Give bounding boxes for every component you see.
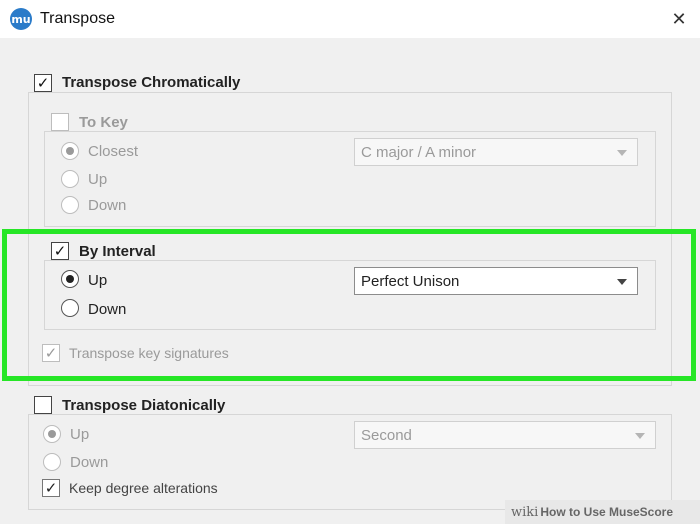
key-select-value: C major / A minor xyxy=(361,143,477,161)
diatonic-up-label: Up xyxy=(70,426,90,443)
to-key-checkbox[interactable] xyxy=(51,113,69,131)
close-button[interactable]: ✕ xyxy=(666,6,692,32)
degree-select-value: Second xyxy=(361,426,412,444)
watermark-prefix: wiki xyxy=(511,504,539,520)
to-key-label: To Key xyxy=(79,114,128,131)
chromatic-checkbox[interactable]: ✓ xyxy=(34,74,52,92)
to-key-down-label: Down xyxy=(88,197,127,214)
title-bar: mu Transpose ✕ xyxy=(0,0,700,38)
musescore-logo-icon: mu xyxy=(10,8,32,30)
keep-alterations-label: Keep degree alterations xyxy=(69,480,218,496)
chromatic-label: Transpose Chromatically xyxy=(62,74,241,91)
keep-alterations-checkbox[interactable]: ✓ xyxy=(42,479,60,497)
diatonic-down-label: Down xyxy=(70,454,109,471)
window-title: Transpose xyxy=(40,10,115,27)
wikihow-watermark: wiki How to Use MuseScore xyxy=(505,500,700,524)
to-key-down-radio[interactable] xyxy=(61,196,79,214)
watermark-text: How to Use MuseScore xyxy=(540,505,674,519)
close-icon: ✕ xyxy=(671,8,687,30)
diatonic-up-radio[interactable] xyxy=(43,425,61,443)
highlight-box xyxy=(2,229,696,381)
degree-select[interactable]: Second xyxy=(354,421,656,449)
diatonic-down-radio[interactable] xyxy=(43,453,61,471)
to-key-up-label: Up xyxy=(88,171,108,188)
to-key-closest-label: Closest xyxy=(88,143,139,160)
diatonic-label: Transpose Diatonically xyxy=(62,397,226,414)
chevron-down-icon xyxy=(635,433,645,439)
to-key-closest-radio[interactable] xyxy=(61,142,79,160)
diatonic-checkbox[interactable] xyxy=(34,396,52,414)
chevron-down-icon xyxy=(617,150,627,156)
key-select[interactable]: C major / A minor xyxy=(354,138,638,166)
to-key-up-radio[interactable] xyxy=(61,170,79,188)
